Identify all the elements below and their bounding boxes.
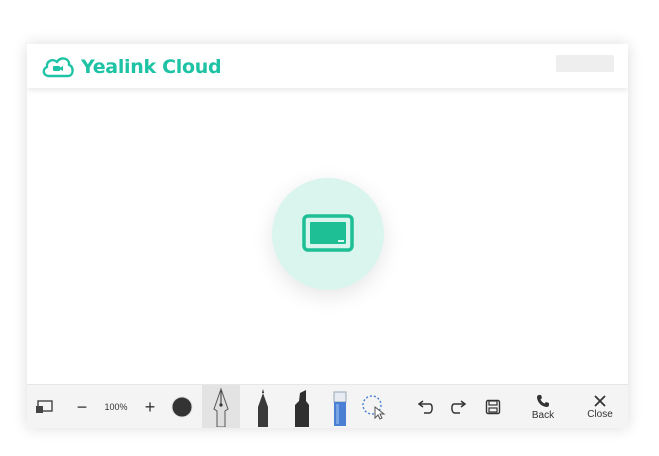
back-button[interactable]: Back — [525, 385, 561, 428]
undo-button[interactable] — [413, 385, 437, 428]
color-picker-button[interactable] — [169, 385, 195, 428]
close-label: Close — [587, 408, 613, 420]
pen-tool[interactable] — [245, 385, 281, 428]
redo-icon — [451, 400, 467, 414]
eraser-icon — [333, 391, 347, 426]
bottom-toolbar: − 100% + Back Close — [27, 384, 628, 428]
whiteboard-icon — [302, 214, 354, 252]
header-bar: Yealink Cloud — [27, 44, 628, 88]
zoom-out-button[interactable]: − — [71, 385, 93, 428]
screen-share-button[interactable] — [31, 385, 57, 428]
fountain-pen-icon — [213, 387, 229, 427]
save-icon — [485, 399, 501, 415]
cloud-logo-icon — [42, 57, 74, 78]
whiteboard-window: Yealink Cloud − 100% + Back Close — [27, 44, 628, 428]
yealink-logo: Yealink Cloud — [41, 53, 222, 81]
back-label: Back — [531, 409, 555, 421]
app-title: Yealink Cloud — [81, 56, 222, 78]
save-button[interactable] — [481, 385, 505, 428]
zoom-level: 100% — [104, 402, 128, 412]
color-swatch-icon — [171, 396, 193, 418]
header-placeholder — [556, 55, 614, 72]
marker-tool[interactable] — [283, 385, 321, 428]
lasso-select-tool[interactable] — [357, 385, 389, 428]
whiteboard-start-button[interactable] — [272, 178, 384, 290]
phone-icon — [537, 394, 549, 407]
pen-icon — [258, 389, 268, 427]
close-icon — [594, 394, 606, 407]
marker-icon — [295, 390, 309, 427]
lasso-select-icon — [362, 395, 386, 420]
zoom-in-button[interactable]: + — [139, 385, 161, 428]
eraser-tool[interactable] — [322, 385, 358, 428]
undo-icon — [417, 400, 433, 414]
whiteboard-canvas[interactable] — [27, 88, 628, 384]
screen-share-icon — [36, 400, 53, 413]
redo-button[interactable] — [447, 385, 471, 428]
close-button[interactable]: Close — [582, 385, 618, 428]
fountain-pen-tool[interactable] — [202, 385, 240, 428]
